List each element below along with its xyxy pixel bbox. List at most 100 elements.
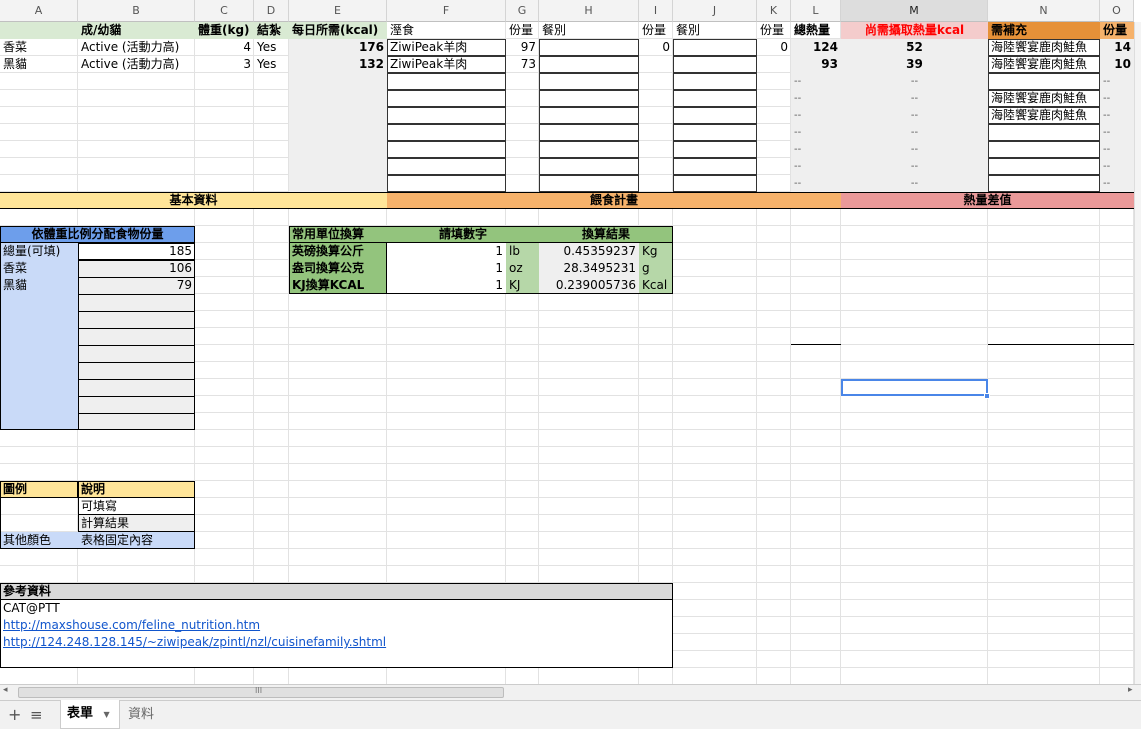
hdr-portion-k[interactable]: 份量 <box>757 22 791 39</box>
cat-activity[interactable]: Active (活動力高) <box>78 56 195 73</box>
input-cell[interactable] <box>673 107 757 124</box>
column-header-a[interactable]: A <box>0 0 78 22</box>
cat-neutered[interactable]: Yes <box>254 39 289 56</box>
input-cell[interactable] <box>988 158 1100 175</box>
hdr-supplement[interactable]: 需補充 <box>988 22 1100 39</box>
cat-neutered[interactable]: Yes <box>254 56 289 73</box>
conversion-unit-in[interactable]: oz <box>506 260 539 277</box>
input-cell[interactable] <box>387 56 506 73</box>
input-cell[interactable] <box>539 56 639 73</box>
conversion-unit-out[interactable]: Kcal <box>639 277 673 294</box>
hdr-daily-kcal[interactable]: 每日所需(kcal) <box>289 22 387 39</box>
legend-desc[interactable]: 計算結果 <box>78 515 195 532</box>
hdr-meal-h[interactable]: 餐別 <box>539 22 639 39</box>
conversion-header[interactable]: 常用單位換算 <box>289 226 387 243</box>
allocation-title[interactable]: 依體重比例分配食物份量 <box>0 226 195 243</box>
column-header-j[interactable]: J <box>673 0 757 22</box>
cat-activity[interactable]: Active (活動力高) <box>78 39 195 56</box>
hdr-portion-i[interactable]: 份量 <box>639 22 673 39</box>
hdr-supp-portion[interactable]: 份量 <box>1100 22 1134 39</box>
conversion-unit-in[interactable]: lb <box>506 243 539 260</box>
cat-name[interactable]: 香菜 <box>0 39 78 56</box>
conversion-input[interactable]: 1 <box>387 243 506 260</box>
conversion-unit-out[interactable]: g <box>639 260 673 277</box>
hdr-total-kcal[interactable]: 總熱量 <box>791 22 841 39</box>
tab-sheet-form[interactable]: 表單 ▼ <box>60 700 120 729</box>
input-cell[interactable] <box>673 158 757 175</box>
input-cell[interactable] <box>539 39 639 56</box>
conversion-header[interactable]: 換算結果 <box>539 226 673 243</box>
conversion-result[interactable]: 0.45359237 <box>539 243 639 260</box>
input-cell[interactable] <box>387 39 506 56</box>
conversion-header[interactable]: 請填數字 <box>387 226 539 243</box>
input-cell[interactable] <box>673 73 757 90</box>
tab-sheet-data[interactable]: 資料 <box>122 701 160 729</box>
selected-cell[interactable] <box>841 379 988 396</box>
conversion-unit-out[interactable]: Kg <box>639 243 673 260</box>
cat-weight[interactable]: 3 <box>195 56 254 73</box>
conversion-label[interactable]: KJ換算KCAL <box>289 277 387 294</box>
input-cell[interactable] <box>387 73 506 90</box>
input-cell[interactable] <box>988 124 1100 141</box>
input-cell[interactable] <box>988 175 1100 192</box>
input-cell[interactable] <box>988 90 1100 107</box>
reference-item[interactable]: CAT@PTT <box>0 600 673 617</box>
cat-portion1[interactable]: 97 <box>506 39 539 56</box>
input-cell[interactable] <box>988 73 1100 90</box>
cat-daily-kcal[interactable]: 176 <box>289 39 387 56</box>
column-header-b[interactable]: B <box>78 0 195 22</box>
conversion-label[interactable]: 英磅換算公斤 <box>289 243 387 260</box>
spreadsheet[interactable]: ABCDEFGHIJKLMNO 成/幼貓 體重(kg) 結紮 每日所需(kcal… <box>0 0 1141 729</box>
column-header-o[interactable]: O <box>1100 0 1134 22</box>
horizontal-scrollbar[interactable]: ◂ III ▸ <box>0 684 1141 700</box>
cat-remaining-kcal[interactable]: 39 <box>841 56 988 73</box>
legend-desc[interactable]: 可填寫 <box>78 498 195 515</box>
cat-daily-kcal[interactable]: 132 <box>289 56 387 73</box>
input-cell[interactable] <box>539 124 639 141</box>
input-cell[interactable] <box>673 90 757 107</box>
cat-weight[interactable]: 4 <box>195 39 254 56</box>
input-cell[interactable] <box>387 107 506 124</box>
column-header-m[interactable]: M <box>841 0 988 22</box>
column-header-c[interactable]: C <box>195 0 254 22</box>
input-cell[interactable] <box>988 56 1100 73</box>
conversion-input[interactable]: 1 <box>387 260 506 277</box>
input-cell[interactable] <box>673 141 757 158</box>
input-cell[interactable] <box>673 56 757 73</box>
all-sheets-menu-icon[interactable]: ≡ <box>24 701 49 729</box>
input-cell[interactable] <box>387 90 506 107</box>
input-cell[interactable] <box>673 175 757 192</box>
input-cell[interactable] <box>539 175 639 192</box>
hdr-adult-kitten[interactable]: 成/幼貓 <box>78 22 195 39</box>
reference-link[interactable]: http://124.248.128.145/~ziwipeak/zpintl/… <box>0 634 500 651</box>
input-cell[interactable] <box>673 124 757 141</box>
input-cell[interactable] <box>539 90 639 107</box>
legend-swatch-label[interactable]: 其他顏色 <box>0 532 78 549</box>
column-header-g[interactable]: G <box>506 0 539 22</box>
hdr-remaining-kcal[interactable]: 尚需攝取熱量kcal <box>841 22 988 39</box>
column-header-e[interactable]: E <box>289 0 387 22</box>
conversion-label[interactable]: 盎司換算公克 <box>289 260 387 277</box>
conversion-input[interactable]: 1 <box>387 277 506 294</box>
input-cell[interactable] <box>988 141 1100 158</box>
cat-total-kcal[interactable]: 124 <box>791 39 841 56</box>
allocation-value[interactable]: 79 <box>78 277 195 294</box>
input-cell[interactable] <box>988 39 1100 56</box>
input-cell[interactable] <box>539 141 639 158</box>
column-header-h[interactable]: H <box>539 0 639 22</box>
cat-name[interactable]: 黑貓 <box>0 56 78 73</box>
cat-supp-portion[interactable]: 14 <box>1100 39 1134 56</box>
cat-remaining-kcal[interactable]: 52 <box>841 39 988 56</box>
cat-total-kcal[interactable]: 93 <box>791 56 841 73</box>
conversion-unit-in[interactable]: KJ <box>506 277 539 294</box>
column-header-l[interactable]: L <box>791 0 841 22</box>
conversion-result[interactable]: 28.3495231 <box>539 260 639 277</box>
allocation-value[interactable]: 185 <box>78 243 195 260</box>
hdr-wet-food[interactable]: 溼食 <box>387 22 506 39</box>
hdr-meal-j[interactable]: 餐別 <box>673 22 757 39</box>
reference-link[interactable]: http://maxshouse.com/feline_nutrition.ht… <box>0 617 400 634</box>
input-cell[interactable] <box>539 158 639 175</box>
column-header-f[interactable]: F <box>387 0 506 22</box>
section-basic-label[interactable]: 基本資料 <box>0 192 387 209</box>
allocation-label[interactable]: 黑貓 <box>0 277 78 294</box>
